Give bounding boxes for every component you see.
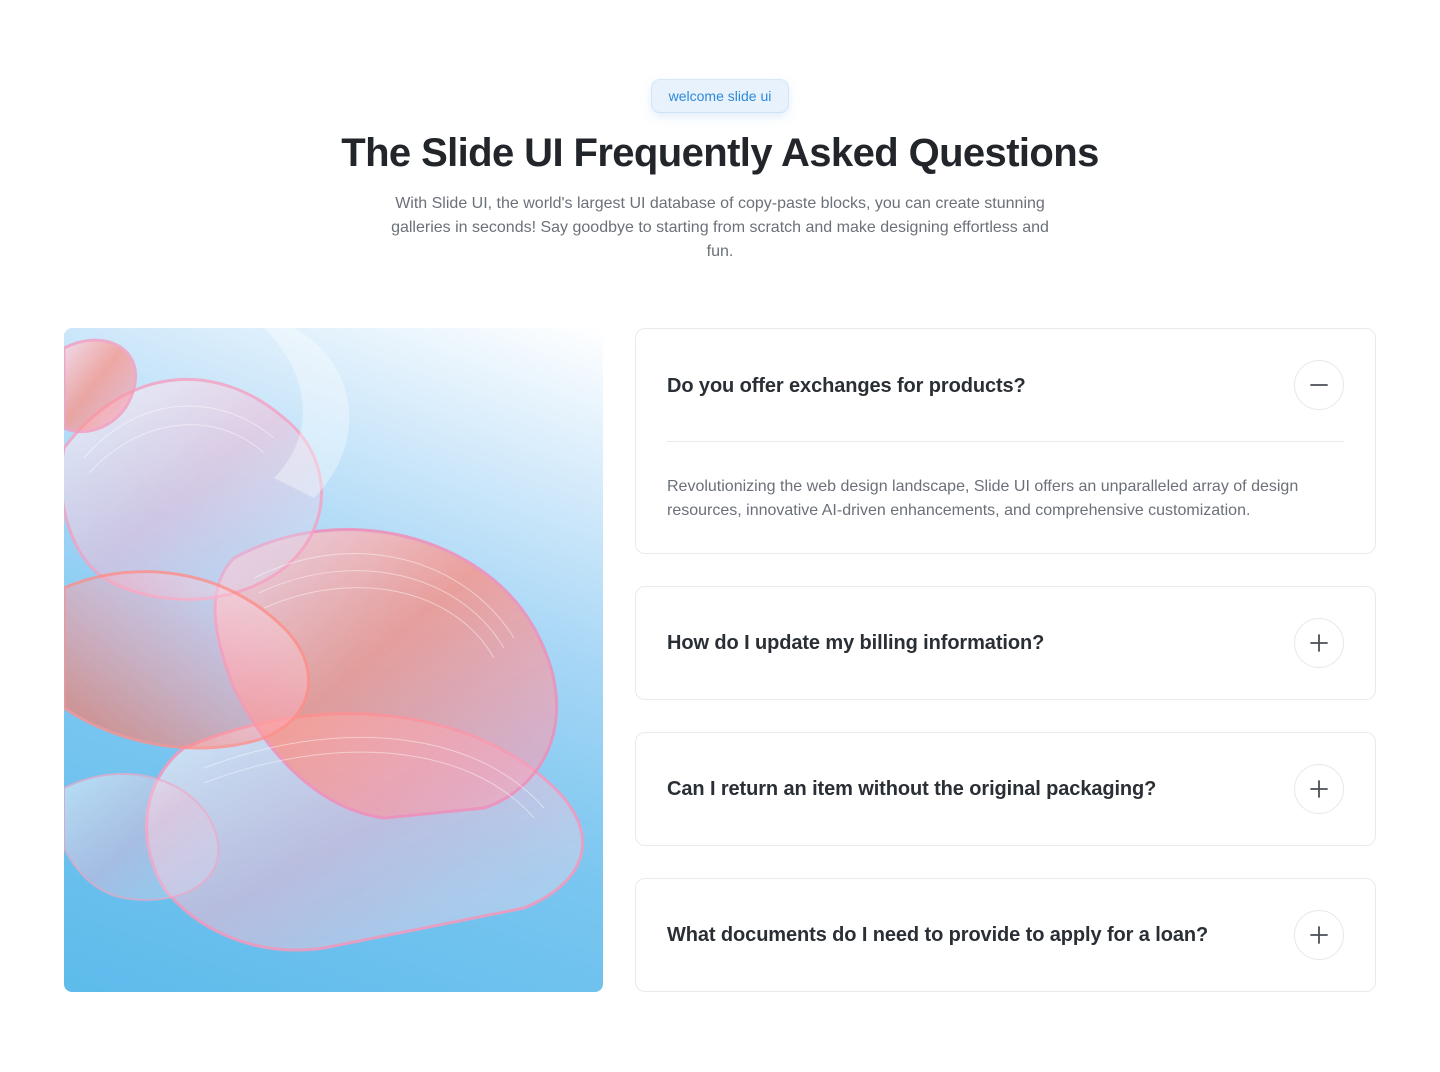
expand-button[interactable] (1294, 618, 1344, 668)
plus-icon (1310, 926, 1328, 944)
expand-button[interactable] (1294, 910, 1344, 960)
collapse-button[interactable] (1294, 360, 1344, 410)
plus-icon (1310, 780, 1328, 798)
faq-question[interactable]: Do you offer exchanges for products? (667, 372, 1026, 400)
faq-item: Can I return an item without the origina… (635, 732, 1376, 846)
hero-artwork-image (64, 328, 603, 992)
faq-answer: Revolutionizing the web design landscape… (667, 478, 1299, 519)
plus-icon (1310, 634, 1328, 652)
faq-question[interactable]: How do I update my billing information? (667, 629, 1044, 657)
faq-item: Do you offer exchanges for products? Rev… (635, 328, 1376, 554)
faq-question[interactable]: What documents do I need to provide to a… (667, 921, 1208, 949)
welcome-badge: welcome slide ui (652, 80, 788, 112)
faq-item: What documents do I need to provide to a… (635, 878, 1376, 992)
faq-item: How do I update my billing information? (635, 586, 1376, 700)
expand-button[interactable] (1294, 764, 1344, 814)
page-subtitle: With Slide UI, the world's largest UI da… (391, 195, 1049, 260)
faq-question[interactable]: Can I return an item without the origina… (667, 775, 1156, 803)
abstract-glass-ribbons-illustration (64, 328, 584, 952)
page-title: The Slide UI Frequently Asked Questions (341, 131, 1099, 175)
faq-divider (667, 441, 1344, 442)
minus-icon (1310, 384, 1328, 386)
